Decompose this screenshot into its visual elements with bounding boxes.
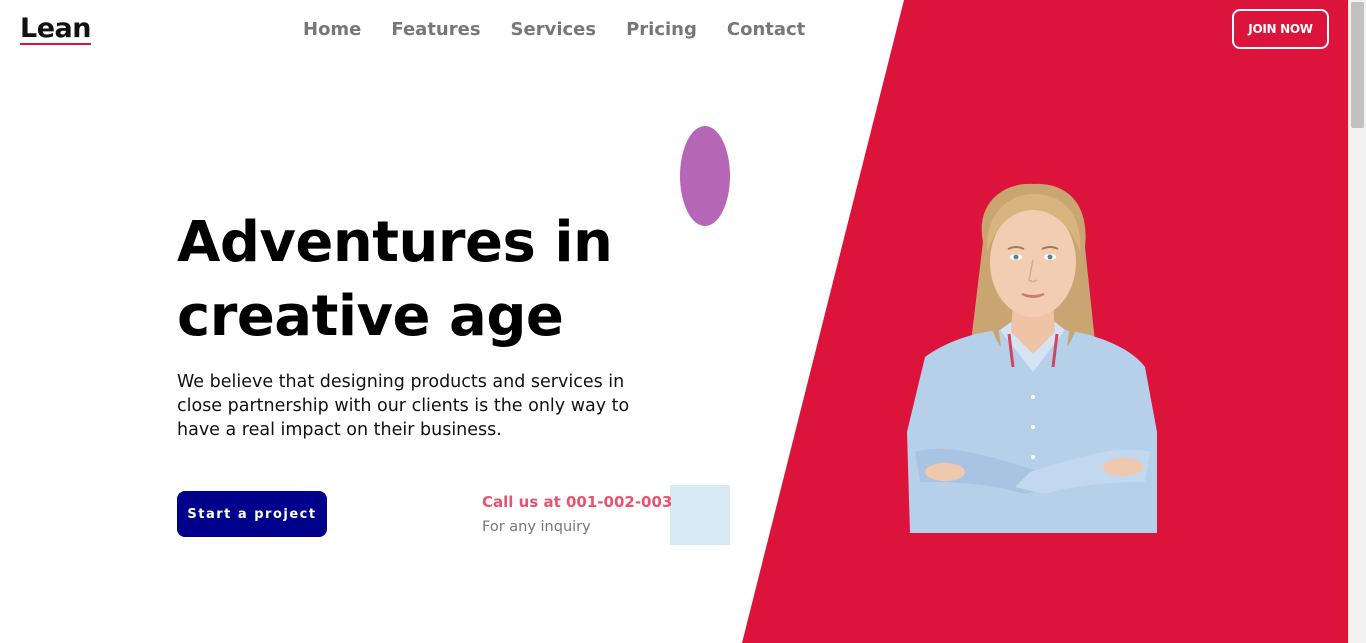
nav-link-features[interactable]: Features	[391, 18, 480, 42]
hero-title-line-1: Adventures in	[177, 210, 613, 275]
landing-page: Lean Home Features Services Pricing Cont…	[0, 0, 1366, 643]
nav-link-pricing[interactable]: Pricing	[626, 18, 697, 42]
scrollbar-thumb[interactable]	[1351, 2, 1364, 128]
call-us-text[interactable]: Call us at 001-002-003	[482, 492, 672, 512]
nav-link-contact[interactable]: Contact	[727, 18, 805, 42]
main-nav: Home Features Services Pricing Contact	[303, 18, 835, 42]
decorative-blue-square	[670, 485, 730, 545]
start-project-button[interactable]: Start a project	[177, 491, 327, 537]
brand-logo[interactable]: Lean	[20, 12, 91, 46]
hero-description: We believe that designing products and s…	[177, 372, 630, 440]
nav-link-services[interactable]: Services	[511, 18, 597, 42]
hero-title: Adventures in creative age	[177, 206, 737, 354]
nav-link-home[interactable]: Home	[303, 18, 361, 42]
logo-underline	[20, 43, 91, 45]
hero-title-line-2: creative age	[177, 284, 564, 349]
join-now-button[interactable]: JOIN NOW	[1232, 9, 1329, 49]
inquiry-text: For any inquiry	[482, 519, 591, 535]
page-scrollbar[interactable]	[1348, 0, 1366, 643]
woman-portrait-image	[907, 183, 1157, 533]
